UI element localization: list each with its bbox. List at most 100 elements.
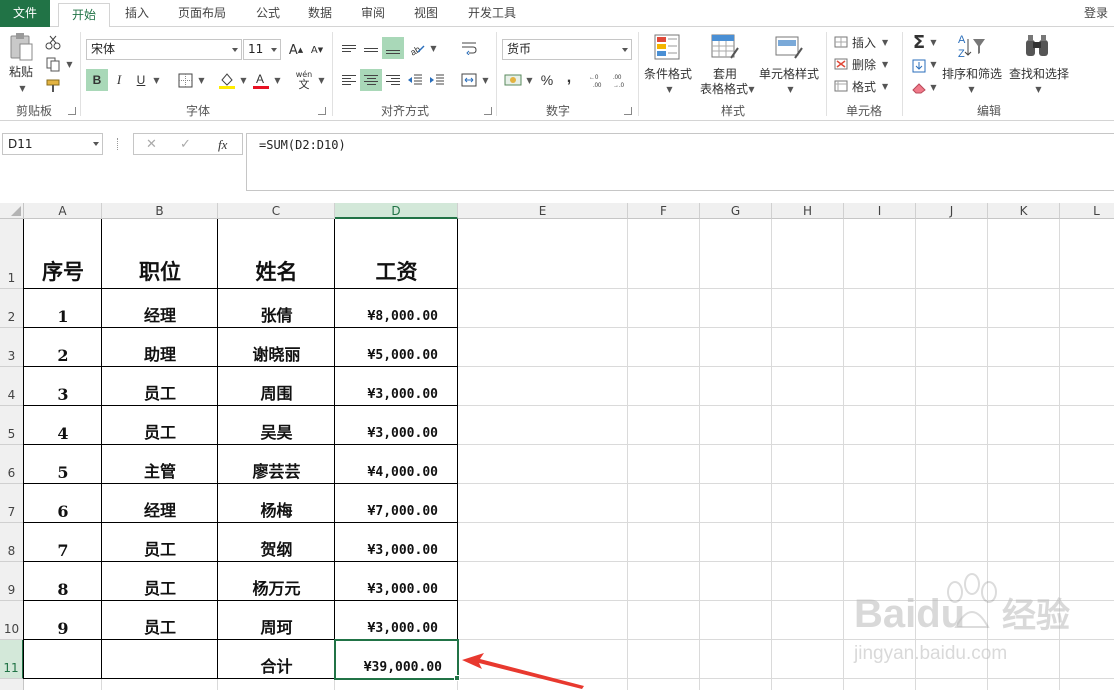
conditional-formatting-icon[interactable] [652,33,682,61]
confirm-icon[interactable]: ✓ [180,137,191,152]
cell-name[interactable]: 杨万元 [218,562,335,601]
accounting-dropdown-icon[interactable]: ▼ [524,75,534,85]
cell-position[interactable]: 员工 [102,562,218,601]
orientation-dropdown-icon[interactable]: ▼ [428,43,438,53]
cell-salary[interactable]: ¥3,000.00 [335,523,458,562]
number-launcher-icon[interactable] [624,107,632,115]
tab-page-layout[interactable]: 页面布局 [170,0,234,27]
cell-index[interactable]: 5 [24,445,102,484]
shrink-font-button[interactable]: A ▼ [306,39,328,61]
tab-file[interactable]: 文件 [0,0,50,27]
underline-button[interactable]: U [130,69,152,91]
conditional-formatting-button[interactable]: 条件格式 [640,67,696,82]
row-header-4[interactable]: 4 [0,367,24,406]
align-center-icon[interactable] [360,69,382,91]
cell-index[interactable]: 2 [24,328,102,367]
column-header-a[interactable]: A [24,203,102,219]
cell-position[interactable]: 员工 [102,367,218,406]
accounting-format-icon[interactable] [502,69,524,91]
cell-salary[interactable]: ¥3,000.00 [335,406,458,445]
underline-dropdown-icon[interactable]: ▼ [151,75,161,85]
bold-button[interactable]: B [86,69,108,91]
cell-styles-icon[interactable] [774,33,804,61]
row-header-5[interactable]: 5 [0,406,24,445]
cell-position[interactable]: 助理 [102,328,218,367]
name-box[interactable]: D11 [2,133,103,155]
paste-button[interactable]: 粘贴 [5,65,37,80]
find-select-dropdown-icon[interactable]: ▼ [1033,84,1043,94]
column-header-e[interactable]: E [458,203,628,219]
clipboard-launcher-icon[interactable] [68,107,76,115]
insert-cells-button[interactable]: 插入 ▼ [834,33,894,51]
cell-index[interactable]: 4 [24,406,102,445]
find-select-button[interactable]: 查找和选择 [1004,67,1074,82]
format-painter-icon[interactable] [42,75,64,97]
orientation-icon[interactable]: ab [406,37,428,59]
cell-name[interactable]: 张倩 [218,289,335,328]
cell-position[interactable]: 员工 [102,406,218,445]
number-format-select[interactable]: 货币 [502,39,632,60]
phonetic-dropdown-icon[interactable]: ▼ [316,75,326,85]
column-header-k[interactable]: K [988,203,1060,219]
increase-indent-icon[interactable] [426,69,448,91]
cell-position[interactable]: 员工 [102,601,218,640]
wrap-text-icon[interactable] [458,37,480,59]
cell-index[interactable]: 3 [24,367,102,406]
fill-dropdown-icon[interactable]: ▼ [928,59,938,69]
row-header-11[interactable]: 11 [0,640,24,679]
column-header-j[interactable]: J [916,203,988,219]
row-header-3[interactable]: 3 [0,328,24,367]
cell-salary[interactable]: ¥8,000.00 [335,289,458,328]
clear-dropdown-icon[interactable]: ▼ [928,82,938,92]
formula-input[interactable]: =SUM(D2:D10) [246,133,1114,191]
row-header-2[interactable]: 2 [0,289,24,328]
format-as-table-icon[interactable] [710,33,740,61]
decrease-decimal-icon[interactable]: .00 →.0 [610,69,632,91]
cell-index[interactable]: 7 [24,523,102,562]
cell-name[interactable]: 周珂 [218,601,335,640]
row-header-9[interactable]: 9 [0,562,24,601]
insert-function-icon[interactable]: fx [218,137,227,153]
borders-icon[interactable] [174,69,196,91]
cell-name[interactable]: 贺纲 [218,523,335,562]
fill-color-icon[interactable] [216,69,238,91]
login-link[interactable]: 登录 [1084,0,1108,27]
cell-position[interactable]: 主管 [102,445,218,484]
tab-data[interactable]: 数据 [300,0,340,27]
alignment-launcher-icon[interactable] [484,107,492,115]
cell-name[interactable]: 周围 [218,367,335,406]
row-header-8[interactable]: 8 [0,523,24,562]
cell-salary[interactable]: ¥7,000.00 [335,484,458,523]
row-header-7[interactable]: 7 [0,484,24,523]
cell-name[interactable]: 谢晓丽 [218,328,335,367]
cell-salary[interactable]: ¥3,000.00 [335,562,458,601]
align-bottom-icon[interactable] [382,37,404,59]
percent-style-button[interactable]: % [536,69,558,91]
copy-icon[interactable] [42,53,64,75]
column-header-h[interactable]: H [772,203,844,219]
total-label-cell[interactable]: 合计 [218,640,335,679]
comma-style-button[interactable]: , [558,67,580,89]
row-header-10[interactable]: 10 [0,601,24,640]
cell-index[interactable]: 8 [24,562,102,601]
fill-color-dropdown-icon[interactable]: ▼ [238,75,248,85]
copy-dropdown-icon[interactable]: ▼ [64,59,74,69]
align-top-icon[interactable] [338,37,360,59]
font-color-dropdown-icon[interactable]: ▼ [272,75,282,85]
cell-index[interactable]: 1 [24,289,102,328]
sort-filter-icon[interactable]: AZ [956,31,986,61]
cell-name[interactable]: 杨梅 [218,484,335,523]
cell-styles-dropdown-icon[interactable]: ▼ [785,84,795,94]
increase-decimal-icon[interactable]: ←0.00 [588,69,610,91]
row-header-6[interactable]: 6 [0,445,24,484]
column-header-b[interactable]: B [102,203,218,219]
fill-icon[interactable] [908,55,930,77]
column-header-f[interactable]: F [628,203,700,219]
font-color-icon[interactable]: A [250,69,272,91]
conditional-dropdown-icon[interactable]: ▼ [664,84,674,94]
font-size-select[interactable]: 11 [243,39,281,60]
cell-salary[interactable]: ¥4,000.00 [335,445,458,484]
tab-home[interactable]: 开始 [58,3,110,28]
phonetic-guide-icon[interactable]: wén 文 [292,67,316,93]
format-as-table-top[interactable]: 套用 [700,67,750,82]
